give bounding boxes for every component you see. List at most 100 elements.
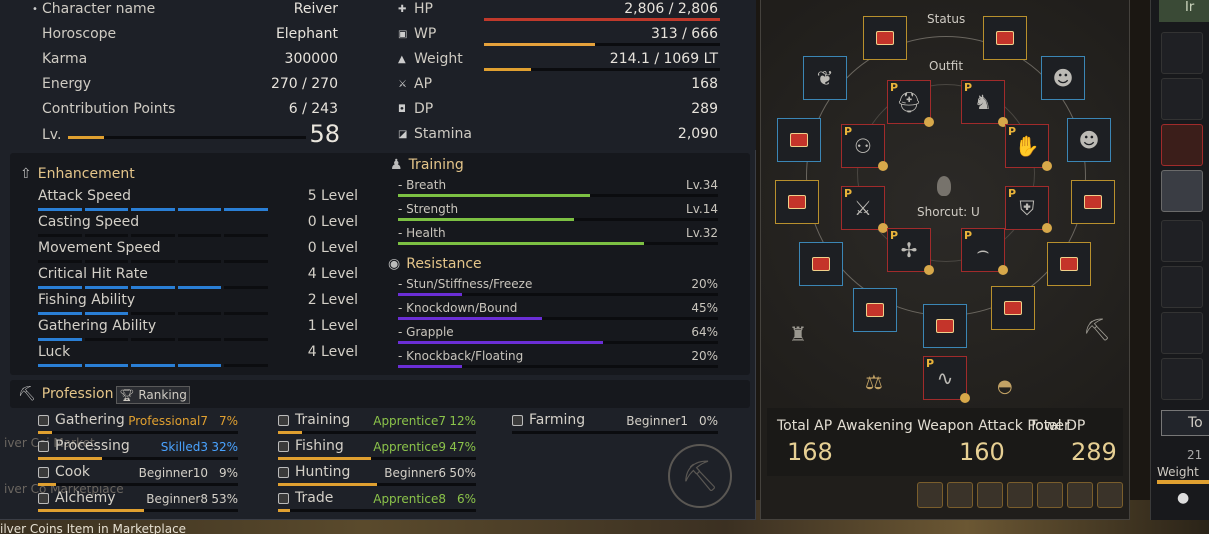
- stamina-icon: ◪: [398, 128, 408, 140]
- enhancement-bar-segment: [224, 208, 268, 211]
- outfit-accessory-slot[interactable]: P ∿: [923, 356, 970, 403]
- bracelet-slot[interactable]: [1071, 180, 1115, 224]
- profession-bar-fill: [38, 431, 52, 434]
- inventory-slot[interactable]: [1161, 78, 1203, 120]
- profession-icon: [278, 492, 289, 504]
- info-value: Reiver: [293, 1, 338, 17]
- vital-row: ▣ WP 313 / 666: [398, 23, 718, 45]
- resistance-bar: [398, 317, 718, 320]
- outfit-shield-slot[interactable]: P ⛨: [1005, 186, 1052, 233]
- glove-slot[interactable]: [775, 180, 819, 224]
- profession-icon: [38, 414, 49, 426]
- belt-slot[interactable]: ☻: [1041, 56, 1085, 100]
- profession-bar: [278, 483, 476, 486]
- inventory-slot[interactable]: [1161, 32, 1203, 74]
- enhancement-emblem-icon: [1060, 257, 1078, 271]
- vital-row: ◪ Stamina 2,090: [398, 123, 718, 145]
- enhancement-bar-segment: [131, 364, 175, 367]
- ring-slot[interactable]: ❦: [803, 56, 847, 100]
- inventory-slot[interactable]: [1161, 220, 1203, 262]
- dp-icon: ◘: [398, 103, 406, 115]
- slot-dot: [1042, 161, 1052, 171]
- enhancement-bar-segment: [177, 260, 222, 263]
- profession-row: Cook: [38, 464, 90, 480]
- outfit-shoes-slot[interactable]: P ⚇: [841, 124, 888, 171]
- profession-pct: 6%: [456, 492, 476, 506]
- scale-icon[interactable]: ⚖: [865, 370, 883, 394]
- outfit-armor-slot[interactable]: P ♞: [961, 80, 1008, 127]
- info-value: 6 / 243: [288, 101, 338, 117]
- resistance-label: - Knockback/Floating: [398, 349, 524, 363]
- vital-bar-fill: [484, 18, 720, 21]
- mask-icon[interactable]: [917, 482, 943, 508]
- inventory-tab[interactable]: Ir: [1159, 0, 1209, 22]
- premium-mark: P: [926, 357, 935, 370]
- weight-icon: ▲: [398, 53, 406, 65]
- info-label: Contribution Points: [42, 101, 176, 117]
- enhancement-bar-segment: [84, 208, 129, 211]
- enhancement-title-text: Enhancement: [37, 166, 135, 182]
- fairy-icon[interactable]: [1067, 482, 1093, 508]
- enhancement-bar-segment: [224, 312, 268, 315]
- outfit-gloves-slot[interactable]: P ✋: [1005, 124, 1052, 171]
- outfit-gloves-icon: ✋: [1014, 134, 1040, 158]
- premium-mark: P: [844, 125, 853, 138]
- enhancement-row: Movement Speed 0 Level: [38, 240, 358, 256]
- offhand-slot[interactable]: [1047, 242, 1091, 286]
- outfit-under-slot[interactable]: P ⌢: [961, 228, 1008, 275]
- vital-value: 289: [691, 101, 718, 117]
- enhancement-bar-segment: [224, 286, 268, 289]
- resistance-icon: ◉: [388, 256, 401, 272]
- artifact-slot[interactable]: [991, 286, 1035, 330]
- total-label: Total DP: [1029, 418, 1086, 434]
- armor-slot[interactable]: [983, 16, 1027, 60]
- horse-icon[interactable]: [947, 482, 973, 508]
- to-button[interactable]: To: [1161, 410, 1209, 436]
- slot-dot: [924, 265, 934, 275]
- profession-icon: [38, 440, 49, 452]
- helmet-slot[interactable]: [863, 16, 907, 60]
- earring-slot[interactable]: [777, 118, 821, 162]
- necklace-slot[interactable]: ☻: [1067, 118, 1111, 162]
- enhancement-bar-segment: [131, 208, 175, 211]
- enhancement-bar-segment: [38, 208, 82, 211]
- vital-row: ▲ Weight 214.1 / 1069 LT: [398, 48, 718, 70]
- outfit-helmet-slot[interactable]: P ⛑: [887, 80, 934, 127]
- mainhand-slot[interactable]: [799, 242, 843, 286]
- lips-icon[interactable]: ◓: [997, 376, 1013, 397]
- outfit-sub-slot[interactable]: P ✢: [887, 228, 934, 275]
- camp-icon[interactable]: [1097, 482, 1123, 508]
- pet-icon[interactable]: [977, 482, 1003, 508]
- resistance-row: - Stun/Stiffness/Freeze 20%: [398, 277, 718, 291]
- inventory-slot[interactable]: [1161, 124, 1203, 166]
- costume-icon[interactable]: [1007, 482, 1033, 508]
- enhancement-bar-segment: [84, 260, 129, 263]
- enhancement-bar: [38, 260, 268, 263]
- vital-bar-fill: [484, 68, 532, 71]
- level-row: Lv.: [42, 124, 340, 146]
- enhancement-bar-segment: [38, 312, 82, 315]
- premium-mark: P: [844, 187, 853, 200]
- shield-slot[interactable]: [923, 304, 967, 348]
- inventory-slot[interactable]: [1161, 358, 1203, 400]
- lantern-icon[interactable]: ♜: [789, 322, 807, 346]
- profession-icon: [38, 466, 49, 478]
- training-value: Lv.34: [686, 178, 718, 192]
- inventory-strip: Ir To 21 Weight ●: [1150, 0, 1209, 520]
- hood-icon[interactable]: [1037, 482, 1063, 508]
- inventory-slot[interactable]: [1161, 312, 1203, 354]
- character-info-row: Contribution Points 6 / 243: [42, 98, 338, 120]
- pickaxe-slot-icon[interactable]: ⛏: [1083, 318, 1111, 343]
- awakening-slot[interactable]: [853, 288, 897, 332]
- inner-ring: [857, 84, 1035, 262]
- enhancement-emblem-icon: [876, 31, 894, 45]
- profession-level: Beginner6: [384, 466, 446, 480]
- premium-mark: P: [890, 229, 899, 242]
- status-label: Status: [927, 12, 966, 26]
- enhancement-bar-segment: [38, 260, 82, 263]
- inventory-slot[interactable]: [1161, 266, 1203, 308]
- inventory-slot[interactable]: [1161, 170, 1203, 212]
- outfit-weapon-slot[interactable]: P ⚔: [841, 186, 888, 233]
- ranking-button[interactable]: 🏆︎ Ranking: [116, 386, 190, 404]
- enhancement-label: Movement Speed: [38, 240, 161, 256]
